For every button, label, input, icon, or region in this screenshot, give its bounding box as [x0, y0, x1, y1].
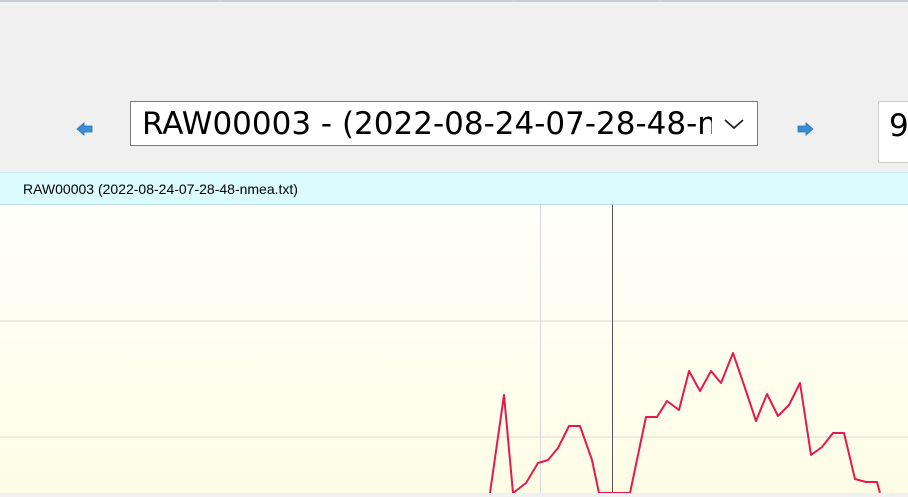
side-value-field[interactable]: 9: [878, 101, 908, 163]
chart-title: RAW00003 (2022-08-24-07-28-48-nmea.txt): [23, 181, 298, 197]
file-select-dropdown[interactable]: RAW00003 - (2022-08-24-07-28-48-nmea.txt…: [130, 101, 758, 146]
previous-file-button[interactable]: [75, 121, 95, 137]
line-chart: [0, 205, 908, 493]
chevron-down-icon: [723, 114, 745, 134]
chart-title-bar: RAW00003 (2022-08-24-07-28-48-nmea.txt): [0, 172, 908, 205]
plot-background: [0, 205, 908, 493]
arrow-left-icon: [75, 121, 95, 137]
toolbar: RAW00003 - (2022-08-24-07-28-48-nmea.txt…: [0, 2, 908, 171]
chart-plot-area[interactable]: [0, 205, 908, 493]
side-value-text: 9: [889, 108, 908, 144]
next-file-button[interactable]: [795, 121, 815, 137]
file-select-value: RAW00003 - (2022-08-24-07-28-48-nmea.txt…: [142, 106, 712, 142]
arrow-right-icon: [795, 121, 815, 137]
